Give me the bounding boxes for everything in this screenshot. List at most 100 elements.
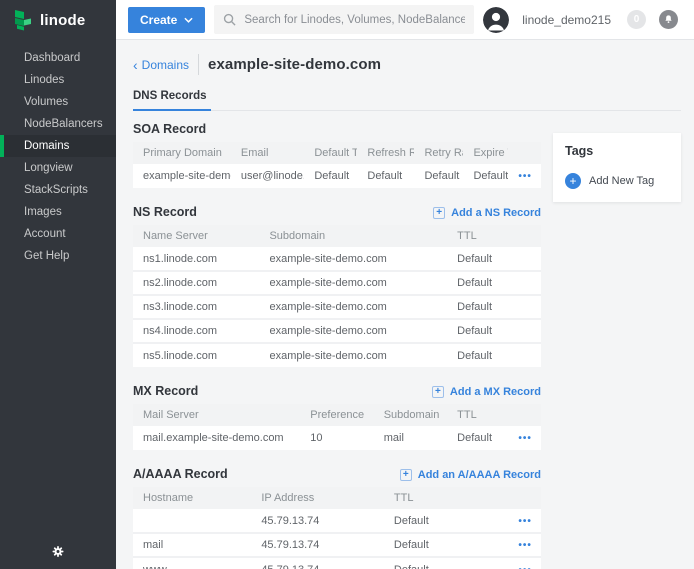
table-row: ns3.linode.comexample-site-demo.comDefau…	[133, 295, 541, 319]
table-cell: ns5.linode.com	[133, 343, 259, 367]
table-cell: example-site-demo.com	[259, 271, 447, 295]
sidebar-item-dashboard[interactable]: Dashboard	[0, 47, 116, 69]
table-cell: Default	[304, 164, 357, 188]
settings-gear-button[interactable]	[52, 545, 65, 558]
soa-record-section: SOA Record Primary DomainEmailDefault TT…	[133, 120, 541, 188]
chevron-down-icon	[184, 17, 193, 23]
table-header-row: Name ServerSubdomainTTL	[133, 225, 541, 247]
event-count-badge[interactable]: 0	[627, 10, 646, 29]
table-cell: mail.example-site-demo.com	[133, 426, 300, 450]
table-cell: Default	[463, 164, 508, 188]
gear-icon	[52, 546, 65, 561]
column-header: Refresh Rate	[357, 142, 414, 164]
column-header: Subdomain	[259, 225, 447, 247]
table-cell: example-site-demo.com	[259, 343, 447, 367]
column-header: TTL	[447, 225, 541, 247]
table-cell-actions: •••	[508, 426, 541, 450]
table-cell: ns2.linode.com	[133, 271, 259, 295]
plus-square-icon: +	[432, 386, 444, 398]
breadcrumb-back-link[interactable]: ‹ Domains	[133, 58, 189, 72]
add-link-label: Add a MX Record	[450, 386, 541, 398]
column-header: Expire Time	[463, 142, 508, 164]
tags-column: Tags + Add New Tag	[553, 120, 681, 202]
table-cell: example-site-demo.com	[259, 319, 447, 343]
column-header-actions	[508, 487, 541, 509]
add-mx-record-link[interactable]: + Add a MX Record	[432, 386, 541, 398]
column-header-actions	[508, 404, 541, 426]
sidebar-item-account[interactable]: Account	[0, 223, 116, 245]
column-header: IP Address	[251, 487, 384, 509]
table-cell: ns1.linode.com	[133, 247, 259, 271]
add-link-label: Add an A/AAAA Record	[418, 469, 541, 481]
row-actions-button[interactable]: •••	[518, 434, 532, 444]
search-icon	[223, 13, 236, 26]
sidebar-item-volumes[interactable]: Volumes	[0, 91, 116, 113]
back-chevron-icon: ‹	[133, 60, 138, 70]
column-header: Hostname	[133, 487, 251, 509]
table-cell: 10	[300, 426, 373, 450]
search-input[interactable]	[244, 14, 465, 26]
table-cell-actions: •••	[508, 557, 541, 569]
table-cell: user@linode.com	[231, 164, 304, 188]
table-row: www45.79.13.74Default•••	[133, 557, 541, 569]
row-actions-button[interactable]: •••	[518, 517, 532, 527]
username-menu[interactable]: linode_demo215	[522, 13, 611, 27]
section-title: MX Record	[133, 384, 198, 398]
sidebar-item-images[interactable]: Images	[0, 201, 116, 223]
section-head: NS Record + Add a NS Record	[133, 203, 541, 219]
column-header: Retry Rate	[414, 142, 463, 164]
table-cell: www	[133, 557, 251, 569]
table-cell-actions: •••	[508, 509, 541, 533]
table-cell: mail	[374, 426, 447, 450]
table-cell-actions: •••	[508, 164, 541, 188]
avatar[interactable]	[483, 7, 509, 33]
sidebar-item-domains[interactable]: Domains	[0, 135, 116, 157]
section-title: SOA Record	[133, 122, 206, 136]
table-header-row: HostnameIP AddressTTL	[133, 487, 541, 509]
add-new-tag-button[interactable]: + Add New Tag	[565, 173, 669, 189]
add-a-record-link[interactable]: + Add an A/AAAA Record	[400, 469, 541, 481]
breadcrumb-divider	[198, 54, 199, 75]
ns-record-section: NS Record + Add a NS Record Name ServerS…	[133, 203, 541, 367]
row-actions-button[interactable]: •••	[518, 541, 532, 551]
bell-icon	[663, 14, 674, 25]
sidebar-item-nodebalancers[interactable]: NodeBalancers	[0, 113, 116, 135]
sidebar-item-longview[interactable]: Longview	[0, 157, 116, 179]
table-cell	[133, 509, 251, 533]
table-cell: 45.79.13.74	[251, 557, 384, 569]
column-header: Subdomain	[374, 404, 447, 426]
table-row: 45.79.13.74Default•••	[133, 509, 541, 533]
tab-dns-records[interactable]: DNS Records	[133, 90, 211, 111]
records-table: HostnameIP AddressTTL 45.79.13.74Default…	[133, 487, 541, 569]
table-cell: Default	[414, 164, 463, 188]
sidebar-item-stackscripts[interactable]: StackScripts	[0, 179, 116, 201]
table-cell: Default	[447, 426, 508, 450]
table-cell: Default	[447, 343, 541, 367]
column-header: Default TTL	[304, 142, 357, 164]
notifications-button[interactable]	[659, 10, 678, 29]
table-cell: Default	[384, 533, 508, 557]
table-cell: Default	[447, 247, 541, 271]
linode-logo[interactable]: linode	[0, 0, 116, 40]
table-cell: Default	[447, 319, 541, 343]
create-button-label: Create	[140, 13, 177, 27]
column-header: Primary Domain	[133, 142, 231, 164]
section-title: A/AAAA Record	[133, 467, 228, 481]
sidebar-nav: DashboardLinodesVolumesNodeBalancersDoma…	[0, 47, 116, 267]
global-search[interactable]	[214, 5, 474, 34]
table-cell: mail	[133, 533, 251, 557]
add-new-tag-label: Add New Tag	[589, 175, 654, 187]
plus-square-icon: +	[400, 469, 412, 481]
section-head: A/AAAA Record + Add an A/AAAA Record	[133, 465, 541, 481]
table-cell: 45.79.13.74	[251, 509, 384, 533]
create-button[interactable]: Create	[128, 7, 205, 33]
sidebar-item-get-help[interactable]: Get Help	[0, 245, 116, 267]
sidebar-item-linodes[interactable]: Linodes	[0, 69, 116, 91]
linode-logo-icon	[13, 9, 33, 31]
row-actions-button[interactable]: •••	[518, 172, 532, 182]
column-header: TTL	[447, 404, 508, 426]
row-actions-button[interactable]: •••	[518, 566, 532, 569]
table-cell: ns3.linode.com	[133, 295, 259, 319]
records-table: Mail ServerPreferenceSubdomainTTL mail.e…	[133, 404, 541, 450]
add-ns-record-link[interactable]: + Add a NS Record	[433, 207, 541, 219]
